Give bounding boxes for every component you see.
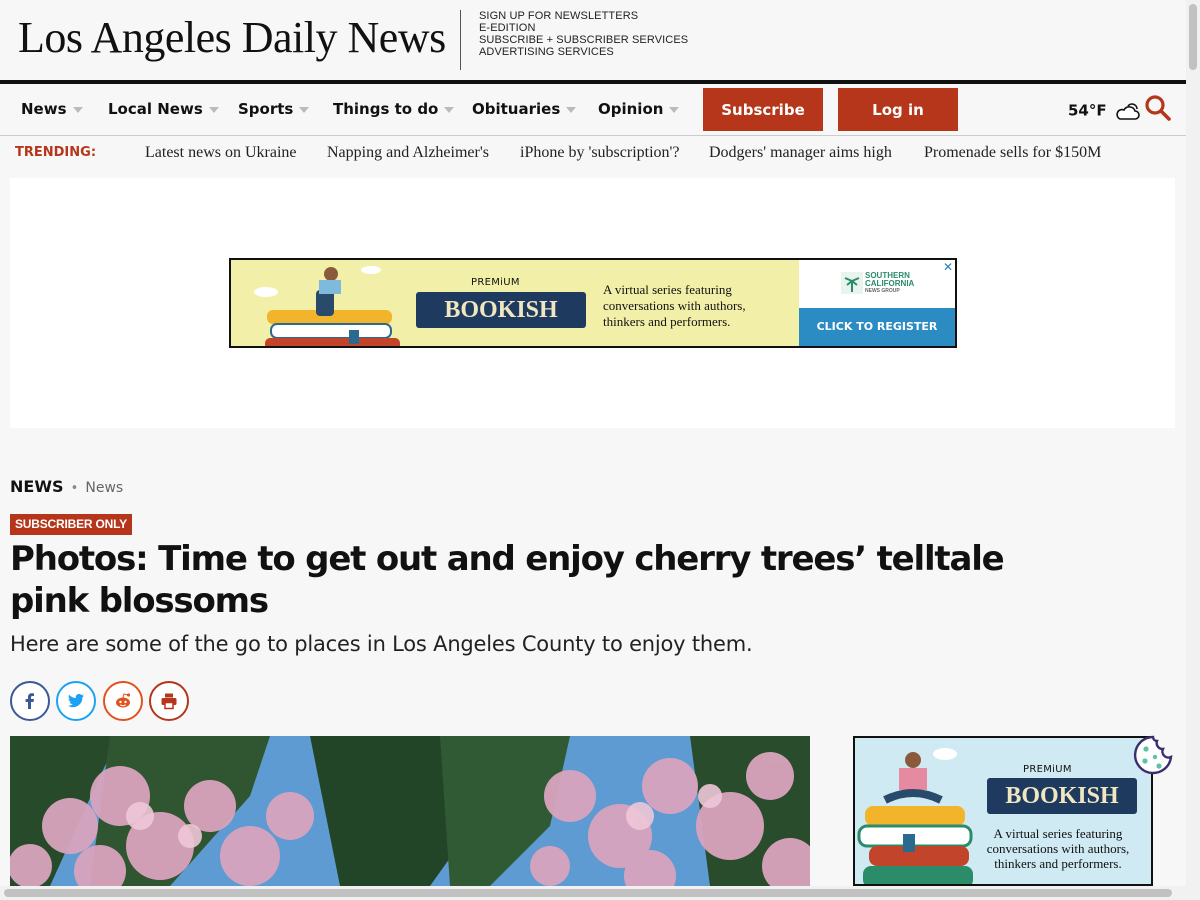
sponsor-text: SOUTHERN CALIFORNIA NEWS GROUP: [865, 272, 915, 295]
chevron-down-icon: [566, 106, 577, 113]
subsection-link[interactable]: News: [85, 480, 123, 496]
vertical-scrollbar[interactable]: [1186, 0, 1200, 900]
advertising-services-link[interactable]: ADVERTISING SERVICES: [479, 46, 688, 58]
ad-bookish-title: BOOKISH: [987, 778, 1137, 814]
chevron-down-icon: [208, 106, 219, 113]
nav-item-label: Sports: [238, 100, 294, 118]
section-link[interactable]: NEWS: [10, 477, 64, 496]
bookish-side-ad[interactable]: PREMiUM BOOKISH A virtual series featuri…: [853, 736, 1153, 886]
breadcrumb-separator: •: [70, 481, 79, 496]
sponsor-line: CALIFORNIA: [865, 279, 915, 288]
nav-item-label: Local News: [108, 100, 203, 118]
nav-item-label: Things to do: [333, 100, 439, 118]
article-hero-image[interactable]: [10, 736, 810, 886]
trending-link[interactable]: Dodgers' manager aims high: [709, 144, 892, 162]
nav-item-things-to-do[interactable]: Things to do: [333, 100, 455, 118]
palm-tree-icon: [841, 272, 863, 294]
nav-item-news[interactable]: News: [21, 100, 83, 118]
subscriber-only-badge: SUBSCRIBER ONLY: [10, 514, 132, 535]
ad-copy-line: thinkers and performers.: [603, 314, 731, 329]
reddit-icon: [116, 693, 131, 708]
subscriber-services-link[interactable]: SUBSCRIBE + SUBSCRIBER SERVICES: [479, 34, 688, 46]
nav-item-local-news[interactable]: Local News: [108, 100, 219, 118]
nav-item-label: News: [21, 100, 67, 118]
facebook-icon: [25, 693, 34, 709]
top-links: SIGN UP FOR NEWSLETTERS E-EDITION SUBSCR…: [479, 10, 688, 58]
ad-copy-line: thinkers and performers.: [994, 856, 1122, 871]
print-button[interactable]: [149, 681, 189, 721]
scrollbar-thumb[interactable]: [1189, 4, 1197, 70]
chevron-down-icon: [669, 106, 680, 113]
scrollbar-thumb[interactable]: [4, 889, 1172, 897]
sponsor-logo: SOUTHERN CALIFORNIA NEWS GROUP: [799, 260, 955, 308]
twitter-share-button[interactable]: [56, 681, 96, 721]
weather-widget[interactable]: 54°F: [1068, 100, 1142, 122]
nav-item-sports[interactable]: Sports: [238, 100, 310, 118]
trending-label: TRENDING:: [15, 145, 97, 160]
ad-bookish-title: BOOKISH: [416, 292, 586, 328]
ad-premium-tag: PREMiUM: [471, 277, 520, 288]
ad-copy-line: conversations with authors,: [603, 298, 746, 313]
ad-copy-line: A virtual series featuring: [993, 826, 1123, 841]
chevron-down-icon: [299, 106, 310, 113]
bookish-ad-banner[interactable]: PREMiUM BOOKISH A virtual series featuri…: [229, 258, 957, 348]
twitter-icon: [68, 693, 84, 708]
ad-container: PREMiUM BOOKISH A virtual series featuri…: [10, 178, 1175, 428]
nav-item-obituaries[interactable]: Obituaries: [472, 100, 577, 118]
trending-link[interactable]: Napping and Alzheimer's: [327, 144, 489, 162]
trending-link[interactable]: Latest news on Ukraine: [145, 144, 297, 162]
chevron-down-icon: [444, 106, 455, 113]
trending-link[interactable]: iPhone by 'subscription'?: [520, 144, 680, 162]
e-edition-link[interactable]: E-EDITION: [479, 22, 688, 34]
nav-item-opinion[interactable]: Opinion: [598, 100, 680, 118]
ad-copy-line: A virtual series featuring: [603, 282, 732, 297]
masthead-divider: [460, 10, 461, 70]
subscribe-button[interactable]: Subscribe: [703, 88, 823, 131]
reddit-share-button[interactable]: [103, 681, 143, 721]
nav-item-label: Opinion: [598, 100, 664, 118]
cherry-blossom-photo: [10, 736, 810, 886]
trending-bar: TRENDING: Latest news on Ukraine Napping…: [0, 136, 1186, 170]
site-logo[interactable]: Los Angeles Daily News: [18, 12, 446, 63]
breadcrumb: NEWS • News: [10, 477, 123, 496]
click-to-register-button[interactable]: CLICK TO REGISTER: [799, 308, 955, 346]
weather-temperature: 54°F: [1068, 101, 1107, 120]
newsletters-link[interactable]: SIGN UP FOR NEWSLETTERS: [479, 10, 688, 22]
sponsor-line: NEWS GROUP: [865, 288, 900, 294]
facebook-share-button[interactable]: [10, 681, 50, 721]
nav-item-label: Obituaries: [472, 100, 561, 118]
horizontal-scrollbar[interactable]: [0, 886, 1186, 900]
print-icon: [161, 693, 177, 710]
article-headline: Photos: Time to get out and enjoy cherry…: [10, 539, 1005, 621]
chevron-down-icon: [72, 106, 83, 113]
main-nav: News Local News Sports Things to do Obit…: [0, 80, 1186, 136]
reading-person-illustration: [254, 266, 400, 346]
login-button[interactable]: Log in: [838, 88, 958, 131]
cookie-settings-icon[interactable]: [1133, 735, 1173, 775]
masthead: Los Angeles Daily News SIGN UP FOR NEWSL…: [0, 0, 1186, 80]
ad-copy-line: conversations with authors,: [986, 841, 1130, 856]
ad-premium-tag: PREMiUM: [1023, 764, 1072, 775]
trending-link[interactable]: Promenade sells for $150M: [924, 144, 1101, 162]
ad-copy: A virtual series featuring conversations…: [603, 282, 746, 330]
close-icon[interactable]: ✕: [941, 260, 955, 274]
search-icon[interactable]: [1144, 94, 1172, 122]
partly-cloudy-icon: [1116, 103, 1140, 120]
article-dek: Here are some of the go to places in Los…: [10, 632, 753, 656]
ad-copy: A virtual series featuring conversations…: [963, 826, 1151, 871]
